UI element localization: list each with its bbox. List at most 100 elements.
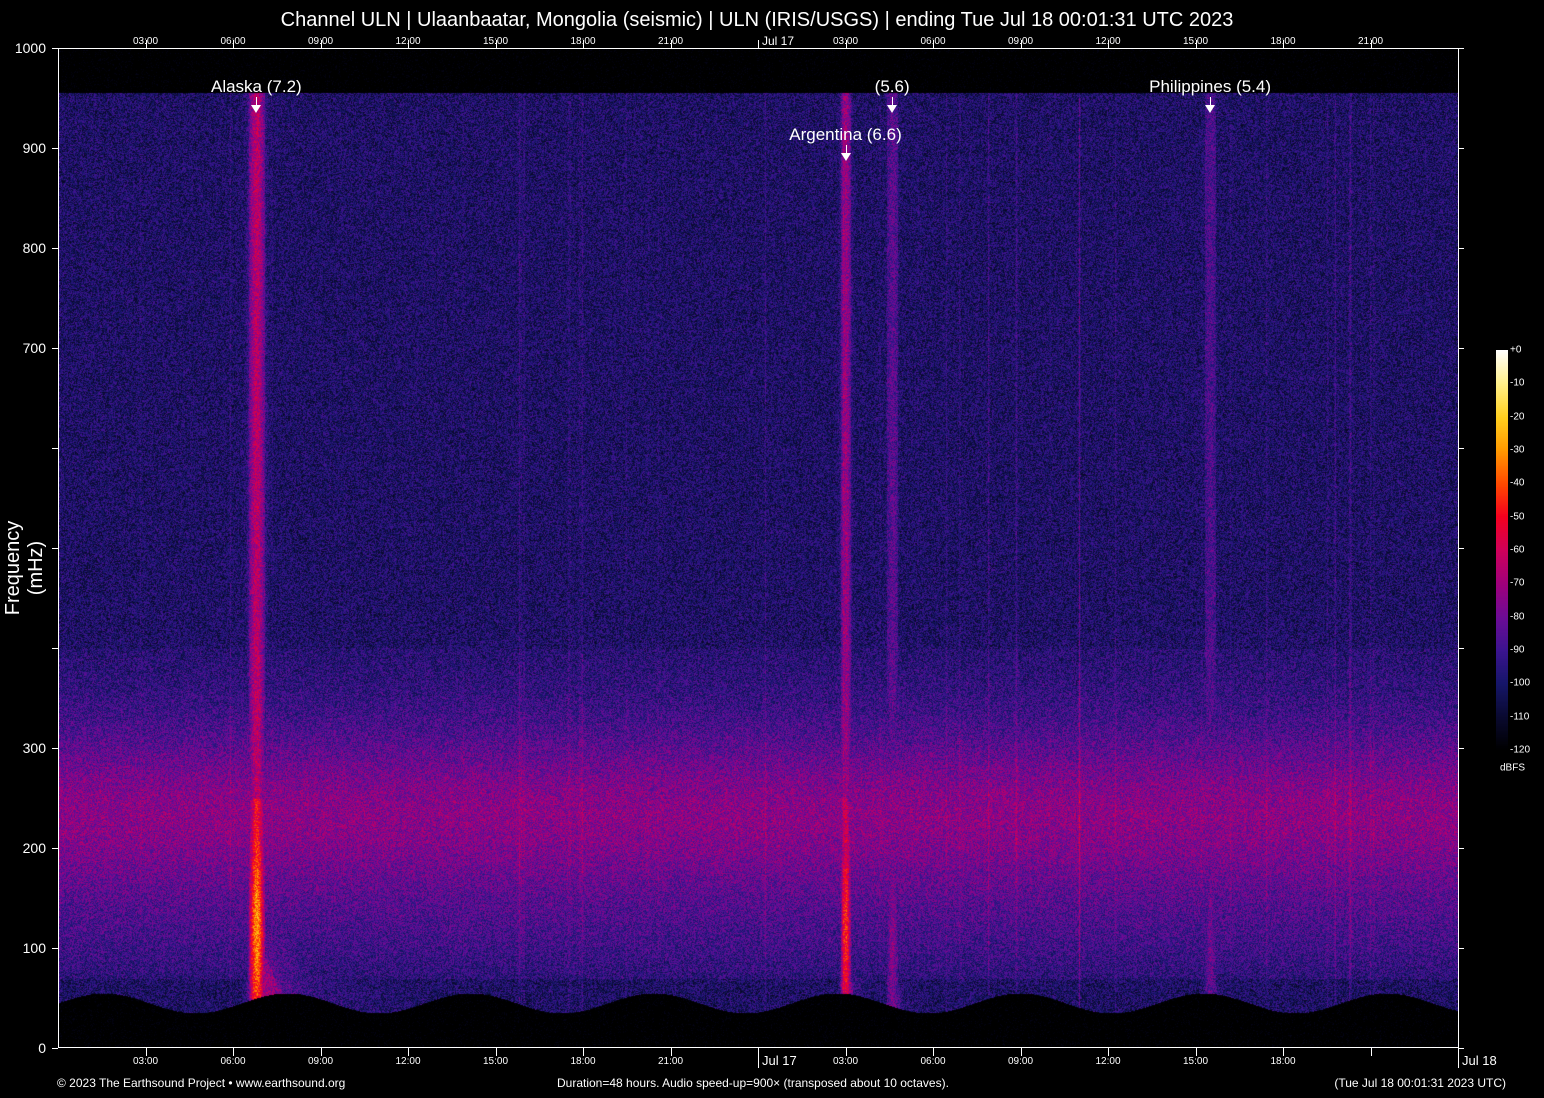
event-label: Philippines (5.4)	[1149, 77, 1272, 96]
colorbar-tick-label: -50	[1510, 511, 1525, 523]
colorbar-tick-label: -80	[1510, 611, 1525, 623]
colorbar-tick-label: -100	[1510, 677, 1531, 689]
x-bottom-tick	[1458, 1048, 1459, 1068]
x-top-label: 15:00	[482, 36, 509, 47]
y-tick	[52, 948, 58, 949]
y-tick-label: 800	[22, 240, 46, 256]
colorbar-unit: dBFS	[1500, 762, 1526, 774]
colorbar-tick-label: -40	[1510, 477, 1525, 489]
footer-info: Duration=48 hours. Audio speed-up=900× (…	[557, 1076, 949, 1090]
x-bottom-tick	[845, 1048, 847, 1056]
x-bottom-tick	[758, 1048, 759, 1068]
x-bottom-tick	[1283, 1048, 1284, 1056]
x-bottom-label: 15:00	[1182, 1056, 1209, 1067]
x-top-label: 15:00	[1182, 36, 1209, 47]
y-tick-right	[1458, 248, 1464, 249]
x-top-label: 21:00	[657, 36, 684, 47]
y-tick	[52, 748, 58, 749]
x-bottom-label: 18:00	[570, 1056, 596, 1067]
x-bottom-tick	[933, 1048, 934, 1056]
x-bottom-tick	[233, 1048, 234, 1056]
x-bottom-label: 03:00	[832, 1056, 859, 1067]
x-bottom-label: 21:00	[657, 1056, 684, 1067]
x-top-label: 09:00	[1007, 36, 1034, 47]
x-bottom-label: 06:00	[220, 1056, 246, 1067]
x-top-label: 06:00	[920, 36, 946, 47]
colorbar-tick-label: -120	[1510, 744, 1531, 756]
y-tick-label: 0	[38, 1040, 46, 1056]
x-top-label: 03:00	[132, 36, 159, 47]
event-arrowhead	[840, 153, 851, 161]
x-top-label: 03:00	[832, 36, 859, 47]
footer-end-time: (Tue Jul 18 00:01:31 2023 UTC)	[1334, 1076, 1506, 1090]
x-bottom-tick	[583, 1048, 584, 1056]
y-tick-label: 700	[22, 340, 46, 356]
chart-title: Channel ULN | Ulaanbaatar, Mongolia (sei…	[280, 9, 1234, 31]
y-tick-label: 900	[22, 140, 46, 156]
x-bottom-tick	[408, 1048, 409, 1056]
event-arrowhead	[887, 105, 898, 113]
top-axis-line	[58, 48, 1458, 49]
y-tick-right	[1458, 748, 1464, 749]
event-arrowhead	[1205, 105, 1216, 113]
y-tick-label: 100	[22, 940, 46, 956]
colorbar-tick-label: +0	[1510, 344, 1522, 356]
footer-copyright: © 2023 The Earthsound Project • www.eart…	[57, 1076, 346, 1090]
y-tick	[52, 348, 58, 349]
event-label: Alaska (7.2)	[210, 77, 302, 96]
colorbar-tick-label: -10	[1510, 377, 1525, 389]
x-top-label: 09:00	[307, 36, 334, 47]
plot-frame	[58, 48, 1458, 1048]
y-tick-label: 1000	[14, 40, 46, 56]
x-bottom-label: 09:00	[307, 1056, 334, 1067]
x-bottom-tick	[1370, 1048, 1372, 1056]
y-tick	[52, 248, 58, 249]
colorbar-tick-label: -90	[1510, 644, 1525, 656]
x-top-label: 12:00	[395, 36, 421, 47]
y-axis-label: Frequency (mHz)	[2, 520, 47, 616]
event-label: Argentina (6.6)	[789, 125, 902, 144]
colorbar-tick-label: -110	[1510, 711, 1530, 723]
x-bottom-label: 15:00	[482, 1056, 509, 1067]
x-bottom-tick	[1195, 1048, 1197, 1056]
x-top-label: Jul 17	[762, 34, 795, 48]
colorbar-tick-label: -30	[1510, 444, 1525, 456]
colorbar	[1496, 350, 1508, 750]
y-tick	[52, 848, 58, 849]
x-bottom-label: 18:00	[1270, 1056, 1296, 1067]
x-top-label: 18:00	[1270, 36, 1296, 47]
x-bottom-tick	[145, 1048, 147, 1056]
x-bottom-tick	[670, 1048, 672, 1056]
y-tick-right	[1458, 148, 1464, 149]
x-top-label: 21:00	[1357, 36, 1384, 47]
x-bottom-label: 06:00	[920, 1056, 946, 1067]
x-bottom-label: 09:00	[1007, 1056, 1034, 1067]
x-top-label: 18:00	[570, 36, 596, 47]
x-bottom-label: Jul 18	[1462, 1053, 1497, 1068]
event-label: (5.6)	[874, 77, 910, 96]
y-tick-right	[1458, 448, 1464, 449]
y-tick-right	[1458, 848, 1464, 849]
x-bottom-tick	[1108, 1048, 1109, 1056]
x-bottom-label: 03:00	[132, 1056, 159, 1067]
y-tick	[52, 648, 58, 649]
x-bottom-tick	[1020, 1048, 1022, 1056]
x-top-tick	[758, 40, 759, 48]
y-tick-right	[1458, 348, 1464, 349]
y-tick-label: 200	[22, 840, 46, 856]
x-bottom-label: Jul 17	[762, 1053, 797, 1068]
y-tick	[52, 548, 58, 549]
y-tick-label: 300	[22, 740, 46, 756]
x-bottom-tick	[320, 1048, 322, 1056]
event-arrowhead	[251, 105, 262, 113]
x-bottom-label: 12:00	[395, 1056, 421, 1067]
x-top-label: 12:00	[1095, 36, 1121, 47]
y-tick-right	[1458, 48, 1464, 49]
y-tick-right	[1458, 548, 1464, 549]
x-top-label: 06:00	[220, 36, 246, 47]
colorbar-tick-label: -70	[1510, 577, 1525, 589]
y-tick	[52, 1048, 58, 1049]
colorbar-tick-label: -20	[1510, 411, 1525, 423]
y-tick	[52, 148, 58, 149]
y-tick-right	[1458, 648, 1464, 649]
